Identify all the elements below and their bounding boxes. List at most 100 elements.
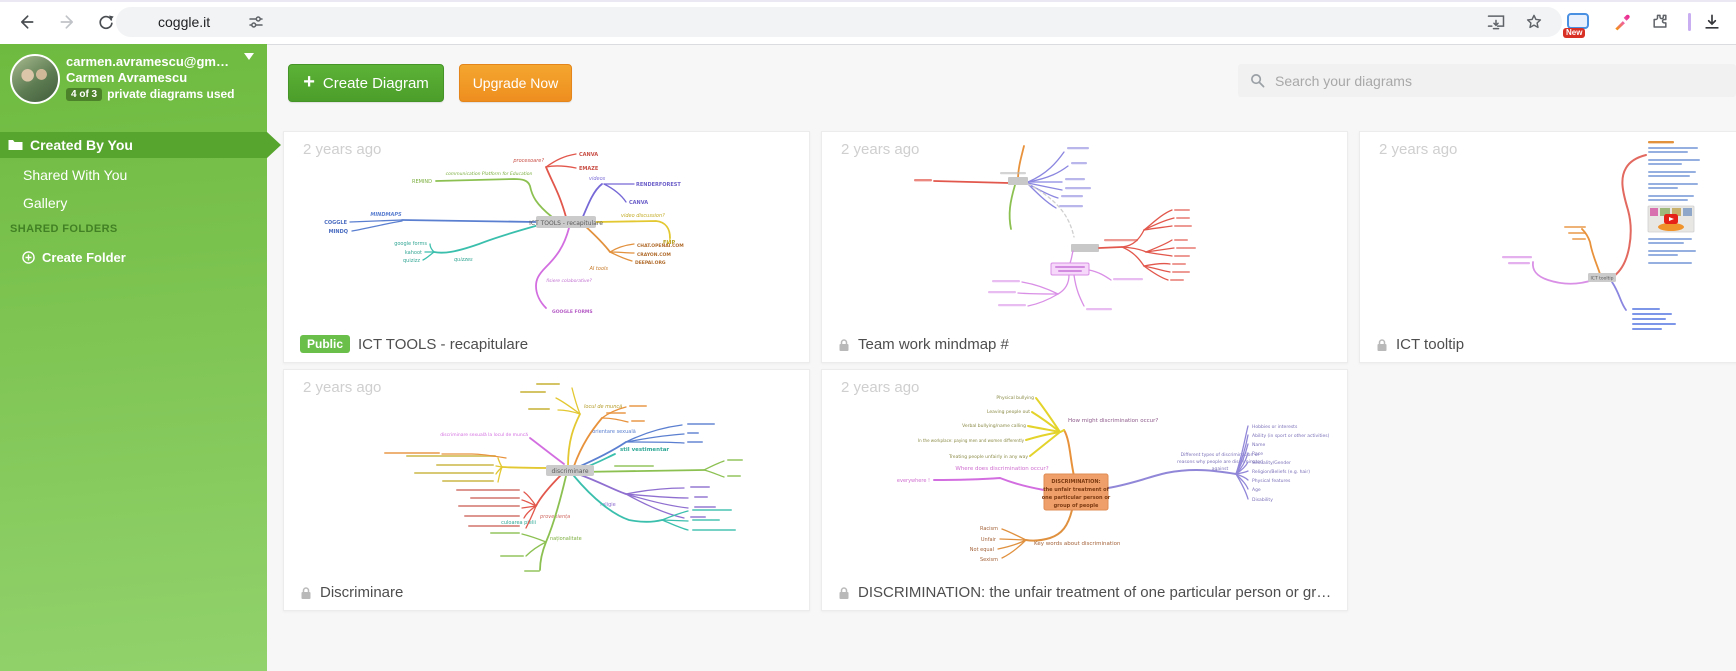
card-footer: DISCRIMINATION: the unfair treatment of … — [838, 584, 1333, 601]
active-item-arrow — [267, 132, 281, 158]
map-label: GOOGLE FORMS — [552, 309, 593, 315]
map-label: Physical features — [1252, 478, 1291, 484]
downloads-icon[interactable] — [1700, 10, 1724, 34]
user-name: Carmen Avramescu — [66, 70, 187, 85]
map-label: communication Platform for Education — [446, 171, 533, 177]
map-label: In the workplace: paying men and women d… — [918, 438, 1025, 443]
map-label: Name — [1252, 442, 1266, 448]
avatar[interactable] — [10, 54, 60, 104]
map-label: CRAYON.COM — [637, 252, 671, 258]
card-title: Discriminare — [320, 584, 403, 601]
map-label: Physical bullying — [996, 395, 1034, 401]
upgrade-label: Upgrade Now — [473, 75, 559, 91]
map-label: Racism — [980, 526, 998, 532]
create-diagram-button[interactable]: + Create Diagram — [288, 64, 444, 102]
map-label: Key words about discrimination — [1034, 541, 1121, 547]
map-label: CANVA — [629, 200, 648, 206]
create-diagram-label: Create Diagram — [323, 75, 429, 92]
shared-folders-heading: SHARED FOLDERS — [10, 223, 118, 235]
lock-icon — [1376, 338, 1388, 352]
map-label: Disability — [1252, 497, 1273, 503]
map-center-node: ICT tooltip — [1590, 276, 1613, 282]
folder-icon — [8, 139, 23, 151]
map-label: videos — [589, 176, 606, 182]
card-footer: Discriminare — [300, 584, 795, 601]
map-label: naționalitate — [550, 536, 582, 542]
back-icon[interactable] — [14, 10, 38, 34]
map-label: Hobbies or interests — [1252, 424, 1298, 430]
map-center-node: group of people — [1054, 503, 1099, 509]
map-label: Not equal — [970, 547, 994, 553]
map-label: RENDERFOREST — [636, 182, 681, 188]
map-label: Ability (in sport or other activities) — [1252, 433, 1330, 439]
new-badge: New — [1563, 28, 1585, 38]
browser-toolbar: coggle.it New — [0, 0, 1736, 45]
create-folder-label: Create Folder — [42, 250, 126, 265]
create-folder-button[interactable]: Create Folder — [22, 250, 126, 265]
map-label: kahoot — [405, 250, 422, 256]
diagram-card-team-work[interactable]: 2 years ago — [821, 131, 1348, 363]
card-title: DISCRIMINATION: the unfair treatment of … — [858, 584, 1333, 601]
sidebar-item-gallery[interactable]: Gallery — [0, 190, 267, 216]
plus-icon: + — [303, 71, 315, 94]
map-label: EMAZE — [579, 166, 599, 172]
site-settings-icon[interactable] — [244, 10, 268, 34]
reload-icon[interactable] — [94, 10, 118, 34]
url-text[interactable]: coggle.it — [158, 14, 210, 30]
usage-row: 4 of 3 private diagrams used — [66, 87, 235, 101]
sidebar-item-label: Created By You — [30, 137, 133, 153]
map-label: Sexuality/Gender — [1252, 460, 1291, 466]
diagram-thumbnail — [822, 132, 1347, 362]
search-input[interactable] — [1273, 72, 1697, 90]
map-center-node: ICT TOOLS - recapitulare — [529, 220, 603, 227]
bookmark-star-icon[interactable] — [1522, 10, 1546, 34]
map-center-node: discriminare — [551, 468, 588, 475]
diagram-card-discrimination[interactable]: 2 years ago How might discrimination occ… — [821, 369, 1348, 611]
sidebar: carmen.avramescu@gm… Carmen Avramescu 4 … — [0, 44, 267, 671]
extensions-puzzle-icon[interactable] — [1648, 10, 1672, 34]
diagram-thumbnail: procesoare? CANVA EMAZE videos RENDERFOR… — [284, 132, 809, 362]
map-label: video discussion? — [621, 213, 665, 219]
card-title: ICT tooltip — [1396, 336, 1464, 353]
map-label: locul de muncă — [584, 404, 622, 410]
map-label: Race — [1252, 451, 1263, 457]
usage-badge: 4 of 3 — [66, 88, 102, 101]
install-app-icon[interactable] — [1484, 10, 1508, 34]
map-label: Religion/Beliefs (e.g. hair) — [1252, 469, 1310, 475]
search-icon — [1250, 73, 1265, 88]
card-footer: ICT tooltip — [1376, 336, 1736, 353]
map-center-node: one particular person or — [1042, 495, 1111, 501]
search-box[interactable] — [1238, 64, 1736, 97]
map-label: MINDQ — [329, 229, 348, 235]
map-label: Unfair — [981, 537, 997, 543]
card-footer: Team work mindmap # — [838, 336, 1333, 353]
diagram-card-ict-tooltip[interactable]: 2 years ago — [1359, 131, 1736, 363]
toolbar-divider — [1688, 13, 1691, 31]
map-label: COGGLE — [324, 220, 347, 226]
map-label: fisiere colaborative? — [546, 278, 592, 284]
map-label: google forms — [394, 241, 427, 247]
map-label: AI tools — [588, 266, 608, 272]
diagram-thumbnail: ICT tooltip — [1360, 132, 1736, 362]
map-label: procesoare? — [512, 158, 544, 164]
map-label: everywhere ! — [897, 478, 930, 484]
lock-icon — [838, 338, 850, 352]
sidebar-item-created-by-you[interactable]: Created By You — [0, 132, 267, 158]
map-center-node: the unfair treatment of — [1043, 487, 1109, 493]
upgrade-now-button[interactable]: Upgrade Now — [459, 64, 572, 102]
map-label: Sexism — [980, 557, 998, 563]
diagram-card-ict-tools[interactable]: 2 years ago procesoare? CANVA EMAZE vide… — [283, 131, 810, 363]
eyedropper-extension-icon[interactable] — [1610, 10, 1634, 34]
card-title: ICT TOOLS - recapitulare — [358, 336, 528, 353]
sidebar-item-shared-with-you[interactable]: Shared With You — [0, 162, 267, 188]
map-label: quizizz — [403, 258, 420, 264]
user-email: carmen.avramescu@gm… — [66, 54, 256, 69]
map-label: Where does discrimination occur? — [955, 466, 1048, 472]
map-label: CANVA — [579, 152, 598, 158]
extension-new-icon[interactable]: New — [1566, 10, 1590, 34]
map-label: Age — [1252, 487, 1261, 493]
diagram-thumbnail: locul de muncă orientare sexuală stil ve… — [284, 370, 809, 610]
address-bar[interactable]: coggle.it — [116, 7, 1562, 37]
map-label: stil vestimentar — [620, 447, 669, 453]
diagram-card-discriminare[interactable]: 2 years ago locul de muncă orientare sex… — [283, 369, 810, 611]
